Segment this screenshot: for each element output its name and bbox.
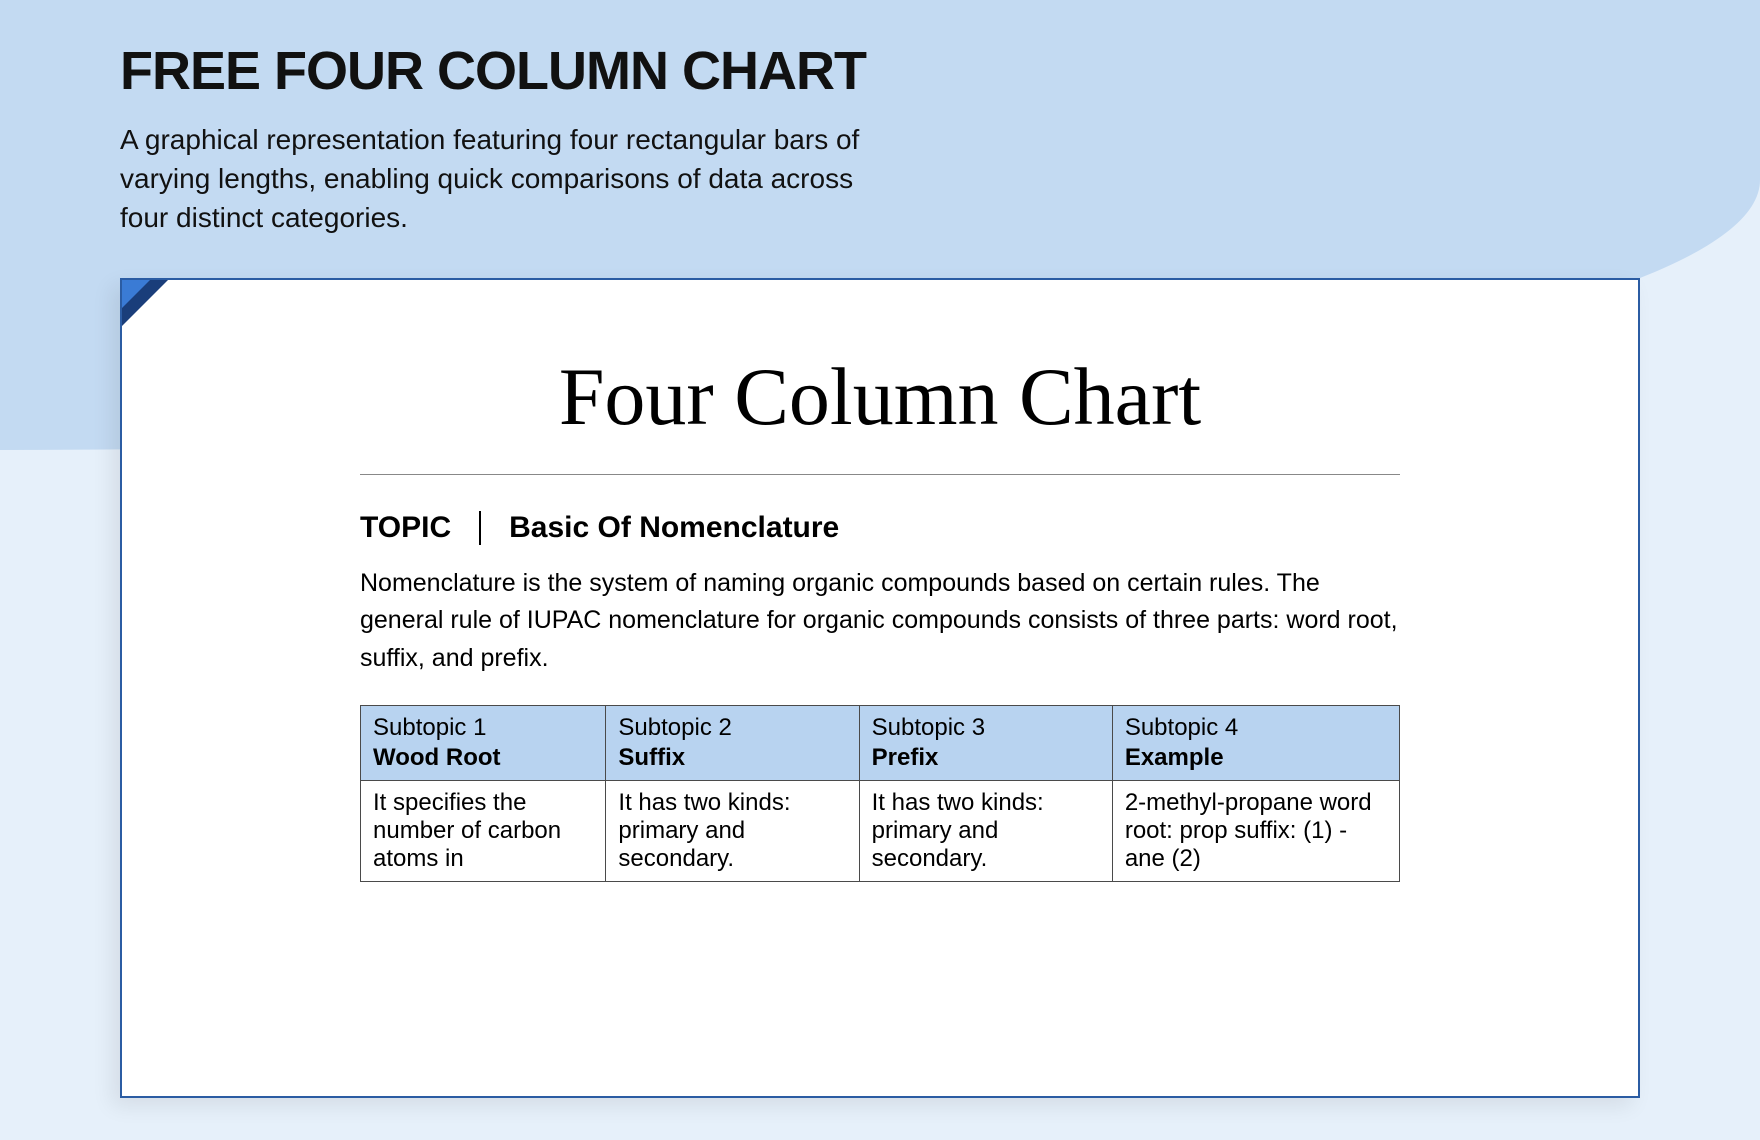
column-header-3: Subtopic 3 Prefix <box>859 706 1112 781</box>
document-title: Four Column Chart <box>122 350 1638 444</box>
table-header-row: Subtopic 1 Wood Root Subtopic 2 Suffix S… <box>361 706 1400 781</box>
cell-3: It has two kinds: primary and secondary. <box>859 781 1112 882</box>
topic-row: TOPIC Basic Of Nomenclature <box>360 511 1400 545</box>
subtopic-label: Subtopic 1 <box>373 714 593 742</box>
subtopic-name: Wood Root <box>373 744 593 772</box>
column-header-2: Subtopic 2 Suffix <box>606 706 859 781</box>
page-header: FREE FOUR COLUMN CHART A graphical repre… <box>0 0 900 238</box>
intro-paragraph: Nomenclature is the system of naming org… <box>360 565 1400 678</box>
corner-decoration <box>122 280 168 326</box>
column-header-1: Subtopic 1 Wood Root <box>361 706 606 781</box>
four-column-table: Subtopic 1 Wood Root Subtopic 2 Suffix S… <box>360 705 1400 882</box>
cell-2: It has two kinds: primary and secondary. <box>606 781 859 882</box>
cell-1: It specifies the number of carbon atoms … <box>361 781 606 882</box>
topic-label: TOPIC <box>360 511 481 545</box>
subtopic-name: Prefix <box>872 744 1100 772</box>
subtopic-name: Example <box>1125 744 1387 772</box>
divider <box>360 474 1400 475</box>
cell-4: 2-methyl-propane word root: prop suffix:… <box>1112 781 1399 882</box>
subtopic-label: Subtopic 4 <box>1125 714 1387 742</box>
table-row: It specifies the number of carbon atoms … <box>361 781 1400 882</box>
subtopic-label: Subtopic 3 <box>872 714 1100 742</box>
topic-value: Basic Of Nomenclature <box>481 511 839 545</box>
subtopic-label: Subtopic 2 <box>618 714 846 742</box>
page-description: A graphical representation featuring fou… <box>120 120 900 238</box>
column-header-4: Subtopic 4 Example <box>1112 706 1399 781</box>
document-preview: Four Column Chart TOPIC Basic Of Nomencl… <box>120 278 1640 1098</box>
subtopic-name: Suffix <box>618 744 846 772</box>
page-title: FREE FOUR COLUMN CHART <box>120 40 900 102</box>
